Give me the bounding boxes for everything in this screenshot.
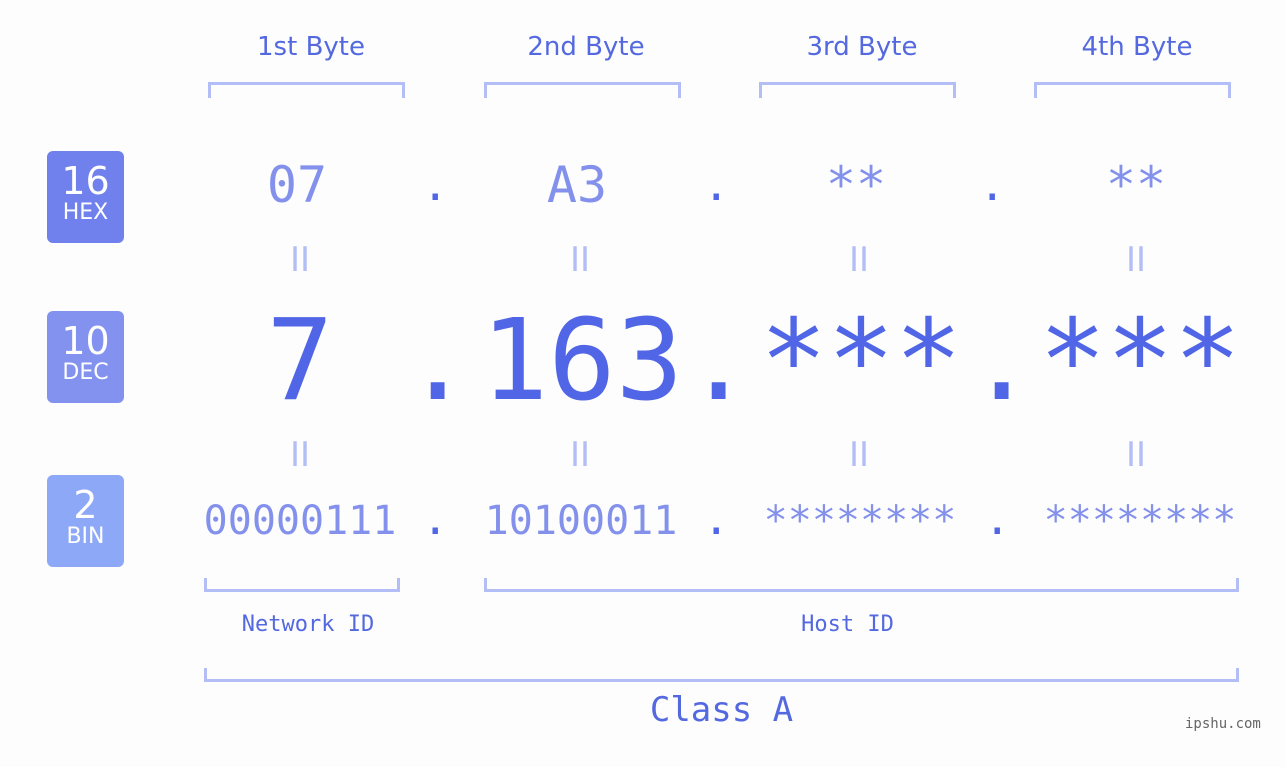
bin-dot-3: . xyxy=(984,494,1011,545)
equals-4: II xyxy=(1126,240,1147,280)
equals-3: II xyxy=(849,240,870,280)
equals-8: II xyxy=(1126,435,1147,475)
byte-header-1: 1st Byte xyxy=(257,32,365,62)
byte-header-2: 2nd Byte xyxy=(527,32,645,62)
bin-byte-1: 00000111 xyxy=(203,498,397,544)
equals-5: II xyxy=(290,435,311,475)
bin-label: BIN xyxy=(66,524,105,549)
bin-base: 2 xyxy=(73,483,98,527)
equals-7: II xyxy=(849,435,870,475)
network-id-bracket xyxy=(204,578,400,592)
hex-label: HEX xyxy=(62,200,109,225)
hex-dot-1: . xyxy=(422,160,449,211)
dec-label: DEC xyxy=(62,360,109,385)
byte-header-3: 3rd Byte xyxy=(806,32,918,62)
hex-dot-3: . xyxy=(979,160,1006,211)
dec-byte-2: 163 xyxy=(480,296,684,426)
dec-byte-4: *** xyxy=(1038,296,1242,426)
byte-bracket-4 xyxy=(1034,82,1231,98)
bin-dot-1: . xyxy=(422,494,449,545)
class-label: Class A xyxy=(649,690,794,730)
hex-badge: 16 HEX xyxy=(47,151,124,243)
byte-bracket-1 xyxy=(208,82,405,98)
byte-header-4: 4th Byte xyxy=(1081,32,1193,62)
bin-byte-4: ******** xyxy=(1043,498,1237,544)
equals-2: II xyxy=(570,240,591,280)
dec-byte-3: *** xyxy=(759,296,963,426)
network-id-label: Network ID xyxy=(241,612,375,637)
class-bracket xyxy=(204,668,1239,682)
hex-byte-3: ** xyxy=(825,156,887,214)
host-id-bracket xyxy=(484,578,1239,592)
hex-byte-4: ** xyxy=(1105,156,1167,214)
byte-bracket-3 xyxy=(759,82,956,98)
host-id-label: Host ID xyxy=(801,612,894,637)
equals-1: II xyxy=(290,240,311,280)
hex-byte-2: A3 xyxy=(546,156,608,214)
equals-6: II xyxy=(570,435,591,475)
watermark: ipshu.com xyxy=(1185,716,1261,732)
hex-base: 16 xyxy=(61,159,110,203)
dec-base: 10 xyxy=(61,319,110,363)
bin-badge: 2 BIN xyxy=(47,475,124,567)
hex-dot-2: . xyxy=(703,160,730,211)
byte-bracket-2 xyxy=(484,82,681,98)
bin-dot-2: . xyxy=(703,494,730,545)
dec-byte-1: 7 xyxy=(266,296,334,426)
bin-byte-2: 10100011 xyxy=(484,498,678,544)
dec-badge: 10 DEC xyxy=(47,311,124,403)
bin-byte-3: ******** xyxy=(763,498,957,544)
hex-byte-1: 07 xyxy=(266,156,328,214)
